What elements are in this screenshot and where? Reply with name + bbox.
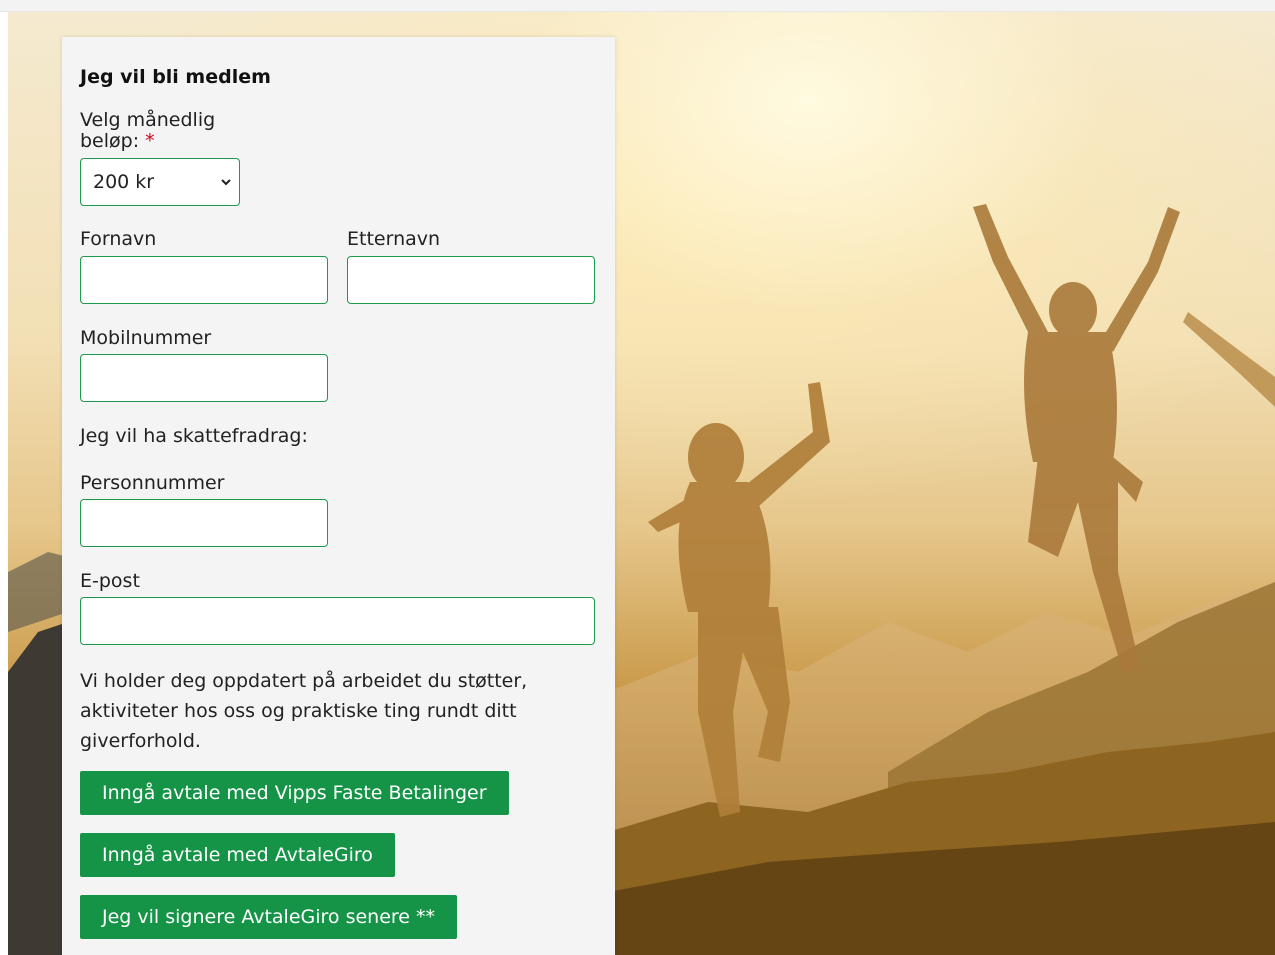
- mobile-input[interactable]: [80, 354, 328, 402]
- amount-label: Velg månedlig beløp: *: [80, 110, 215, 152]
- personal-number-input[interactable]: [80, 499, 328, 547]
- tax-deduction-text: Jeg vil ha skattefradrag:: [80, 425, 308, 447]
- first-name-label: Fornavn: [80, 228, 157, 250]
- first-name-input[interactable]: [80, 256, 328, 304]
- sign-later-button[interactable]: Jeg vil signere AvtaleGiro senere **: [80, 895, 458, 939]
- amount-select[interactable]: 200 kr: [80, 158, 240, 206]
- info-text: Vi holder deg oppdatert på arbeidet du s…: [80, 670, 528, 752]
- last-name-input[interactable]: [347, 256, 595, 304]
- amount-label-line2-wrap: beløp: *: [80, 131, 215, 152]
- email-input[interactable]: [80, 597, 595, 645]
- avtalegiro-button[interactable]: Inngå avtale med AvtaleGiro: [80, 833, 395, 877]
- mobile-label: Mobilnummer: [80, 327, 212, 349]
- chevron-down-icon: [221, 179, 231, 186]
- email-label: E-post: [80, 570, 140, 592]
- last-name-label: Etternavn: [347, 228, 441, 250]
- amount-select-value: 200 kr: [93, 171, 155, 193]
- amount-label-line2: beløp:: [80, 130, 140, 152]
- browser-top-strip: [0, 0, 1275, 12]
- form-title: Jeg vil bli medlem: [80, 66, 271, 88]
- vipps-button[interactable]: Inngå avtale med Vipps Faste Betalinger: [80, 771, 509, 815]
- required-marker: *: [145, 130, 155, 152]
- amount-label-line1: Velg månedlig: [80, 109, 216, 131]
- personal-number-label: Personnummer: [80, 472, 225, 494]
